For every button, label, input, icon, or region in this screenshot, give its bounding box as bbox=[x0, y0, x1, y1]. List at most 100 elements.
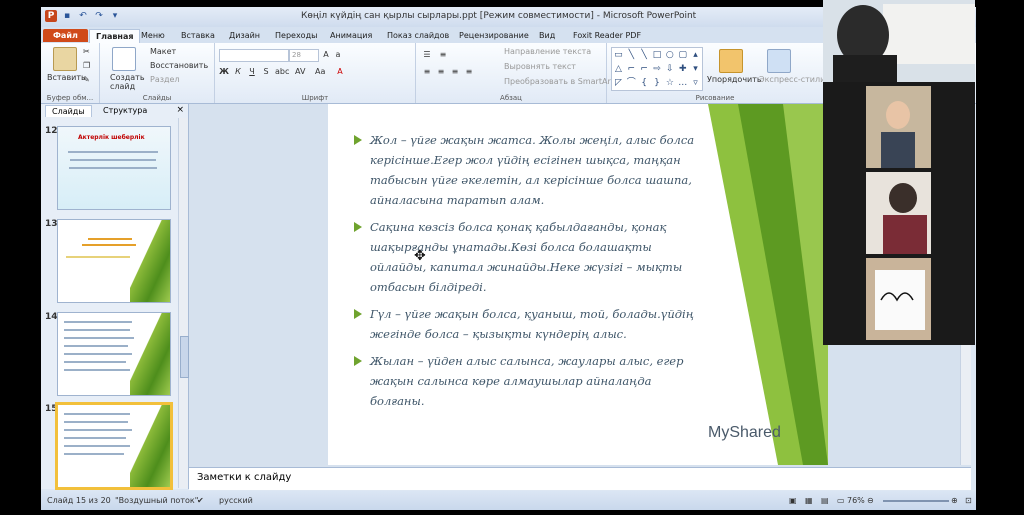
star-icon[interactable]: ☆ bbox=[663, 76, 676, 90]
rectangle-icon[interactable]: □ bbox=[651, 48, 664, 62]
paste-button-label[interactable]: Вставить bbox=[47, 73, 86, 82]
reset-button[interactable]: Восстановить bbox=[150, 61, 208, 70]
slideshow-icon[interactable]: ▭ bbox=[837, 496, 845, 505]
thumbnail-line bbox=[82, 244, 136, 246]
brace-icon[interactable]: } bbox=[651, 76, 664, 90]
zoom-slider[interactable] bbox=[883, 500, 949, 502]
slide-sorter-icon[interactable]: ▦ bbox=[805, 496, 813, 505]
line-icon[interactable]: ╲ bbox=[625, 48, 638, 62]
thumbnail-15-selected[interactable]: 15 bbox=[41, 402, 181, 492]
elbow-icon[interactable]: ⌐ bbox=[625, 62, 638, 76]
language-indicator[interactable]: русский bbox=[219, 496, 253, 505]
notes-pane[interactable]: Заметки к слайду bbox=[189, 467, 971, 490]
more-icon[interactable]: … bbox=[676, 76, 689, 90]
save-icon[interactable]: ▪ bbox=[61, 10, 73, 22]
zoom-in-icon[interactable]: ⊕ bbox=[951, 496, 958, 505]
reading-view-icon[interactable]: ▤ bbox=[821, 496, 829, 505]
arrow-right-icon[interactable]: ⇨ bbox=[651, 62, 664, 76]
tab-menu[interactable]: Меню bbox=[135, 29, 171, 42]
bullets-icon[interactable]: ☰ bbox=[422, 50, 432, 60]
tab-view[interactable]: Вид bbox=[533, 29, 561, 42]
arrange-icon[interactable] bbox=[719, 49, 743, 73]
expand-icon[interactable]: ▿ bbox=[689, 76, 702, 90]
align-center-icon[interactable]: ≡ bbox=[436, 67, 446, 77]
format-painter-icon[interactable]: ✎ bbox=[83, 75, 90, 84]
spacing-icon[interactable]: AV bbox=[295, 67, 305, 77]
bold-icon[interactable]: Ж bbox=[219, 67, 229, 77]
current-slide[interactable]: Жол – үйге жақын жатса. Жолы жеңіл, алыс… bbox=[328, 104, 828, 465]
section-button[interactable]: Раздел bbox=[150, 75, 180, 84]
font-name-combo[interactable] bbox=[219, 49, 289, 62]
tab-foxit[interactable]: Foxit Reader PDF bbox=[567, 29, 647, 42]
rounded-rect-icon[interactable]: ▢ bbox=[676, 48, 689, 62]
zoom-level[interactable]: 76% bbox=[847, 496, 865, 505]
slides-panel: Слайды Структура × 12 Актерлік шеберлік … bbox=[41, 104, 189, 492]
line2-icon[interactable]: ╲ bbox=[638, 48, 651, 62]
tab-animation[interactable]: Анимация bbox=[324, 29, 378, 42]
thumbnail-13[interactable]: 13 bbox=[41, 217, 181, 307]
oval-icon[interactable]: ○ bbox=[663, 48, 676, 62]
powerpoint-logo-icon[interactable]: P bbox=[45, 10, 57, 22]
panel-scroll-thumb[interactable] bbox=[180, 336, 189, 378]
arrange-button[interactable]: Упорядочить bbox=[707, 75, 762, 84]
tab-design[interactable]: Дизайн bbox=[223, 29, 266, 42]
redo-icon[interactable]: ↷ bbox=[93, 10, 105, 22]
font-color-icon[interactable]: A bbox=[335, 67, 345, 77]
quick-styles-button[interactable]: Экспресс-стили bbox=[759, 75, 825, 84]
tab-insert[interactable]: Вставка bbox=[175, 29, 221, 42]
align-right-icon[interactable]: ≡ bbox=[450, 67, 460, 77]
layout-button[interactable]: Макет bbox=[150, 47, 176, 56]
curve-icon[interactable]: ⌒ bbox=[625, 76, 638, 90]
status-bar: Слайд 15 из 20 "Воздушный поток" ✔ русск… bbox=[41, 491, 976, 510]
new-slide-icon[interactable] bbox=[112, 47, 136, 71]
underline-icon[interactable]: Ч bbox=[247, 67, 257, 77]
new-slide-button[interactable]: Создать слайд bbox=[110, 73, 150, 91]
strikethrough-icon[interactable]: abc bbox=[275, 67, 289, 77]
panel-scrollbar[interactable] bbox=[178, 118, 189, 488]
tab-slideshow[interactable]: Показ слайдов bbox=[381, 29, 455, 42]
align-text-button[interactable]: Выровнять текст bbox=[504, 62, 576, 71]
tab-outline[interactable]: Структура bbox=[97, 105, 153, 116]
numbering-icon[interactable]: ≡ bbox=[438, 50, 448, 60]
plus-icon[interactable]: ✚ bbox=[676, 62, 689, 76]
shapes-gallery[interactable]: ▭ ╲ ╲ □ ○ ▢ ▴ △ ⌐ ⌐ ⇨ ⇩ ✚ ▾ ◸ ⌒{} ☆… ▿ bbox=[611, 47, 703, 91]
thumbnail-line bbox=[70, 159, 156, 161]
textbox-icon[interactable]: ▭ bbox=[612, 48, 625, 62]
quick-styles-icon[interactable] bbox=[767, 49, 791, 73]
group-paragraph: ☰ ≡ ≡ ≡ ≡ ≡ Направление текста Выровнять… bbox=[416, 43, 614, 103]
text-direction-button[interactable]: Направление текста bbox=[504, 47, 591, 56]
tab-file[interactable]: Файл bbox=[43, 29, 88, 42]
undo-icon[interactable]: ↶ bbox=[77, 10, 89, 22]
spellcheck-icon[interactable]: ✔ bbox=[197, 496, 204, 505]
elbow2-icon[interactable]: ⌐ bbox=[638, 62, 651, 76]
italic-icon[interactable]: К bbox=[233, 67, 243, 77]
tab-review[interactable]: Рецензирование bbox=[453, 29, 535, 42]
arrow-down-icon[interactable]: ⇩ bbox=[663, 62, 676, 76]
callout-icon[interactable]: ◸ bbox=[612, 76, 625, 90]
tab-transitions[interactable]: Переходы bbox=[269, 29, 323, 42]
cut-icon[interactable]: ✂ bbox=[83, 47, 90, 56]
copy-icon[interactable]: ❐ bbox=[83, 61, 90, 70]
close-panel-icon[interactable]: × bbox=[176, 105, 184, 115]
shrink-font-icon[interactable]: a bbox=[333, 50, 343, 60]
scroll-down-icon[interactable]: ▾ bbox=[689, 62, 702, 76]
shadow-icon[interactable]: S bbox=[261, 67, 271, 77]
tab-home[interactable]: Главная bbox=[89, 29, 141, 43]
normal-view-icon[interactable]: ▣ bbox=[789, 496, 797, 505]
bracket-icon[interactable]: { bbox=[638, 76, 651, 90]
change-case-icon[interactable]: Aa bbox=[315, 67, 325, 77]
paste-icon[interactable] bbox=[53, 47, 77, 71]
fit-window-icon[interactable]: ⊡ bbox=[965, 496, 972, 505]
thumbnail-14[interactable]: 14 bbox=[41, 310, 181, 400]
customize-qat-icon[interactable]: ▾ bbox=[109, 10, 121, 22]
align-left-icon[interactable]: ≡ bbox=[422, 67, 432, 77]
tab-slides[interactable]: Слайды bbox=[45, 105, 92, 117]
triangle-icon[interactable]: △ bbox=[612, 62, 625, 76]
thumbnail-12[interactable]: 12 Актерлік шеберлік bbox=[41, 124, 181, 214]
convert-smartart-button[interactable]: Преобразовать в SmartArt bbox=[504, 77, 614, 86]
grow-font-icon[interactable]: A bbox=[321, 50, 331, 60]
scroll-up-icon[interactable]: ▴ bbox=[689, 48, 702, 62]
justify-icon[interactable]: ≡ bbox=[464, 67, 474, 77]
zoom-out-icon[interactable]: ⊖ bbox=[867, 496, 874, 505]
font-size-combo[interactable]: 28 bbox=[289, 49, 319, 62]
